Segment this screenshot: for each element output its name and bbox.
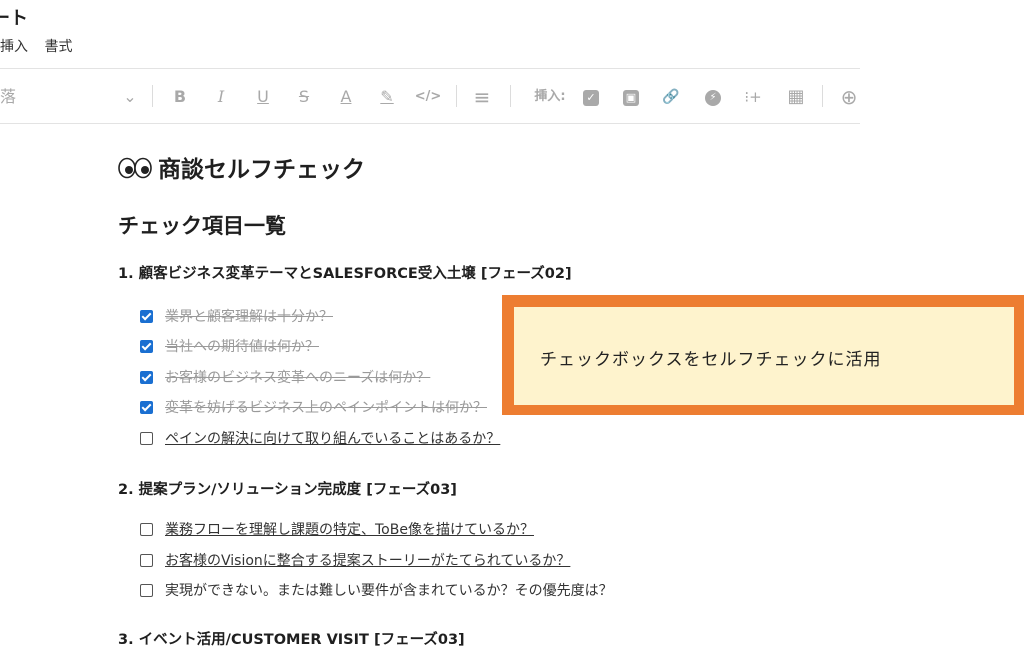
- code-icon[interactable]: </>: [414, 87, 442, 107]
- checkbox[interactable]: [140, 370, 153, 384]
- align-icon[interactable]: ≡: [472, 87, 492, 107]
- checkbox[interactable]: [140, 309, 153, 323]
- divider-insert-icon[interactable]: ⁝+: [740, 87, 766, 107]
- image-icon[interactable]: ▣: [622, 87, 640, 107]
- checklist-item-text[interactable]: 業界と顧客理解は十分か？: [165, 309, 333, 325]
- formatting-toolbar: 落 ⌄ B I U S A ✎ </> ≡ 挿入: ✓ ▣ 🔗 ⚡ ⁝+ ▦ ⊕: [0, 68, 860, 124]
- italic-button[interactable]: I: [212, 87, 230, 107]
- group-heading[interactable]: 1. 顧客ビジネス変革テーマとSALESFORCE受入土壌 [フェーズ02]: [118, 262, 572, 283]
- checklist-item: ペインの解決に向けて取り組んでいることはあるか？: [140, 429, 500, 449]
- bold-button[interactable]: B: [171, 87, 189, 107]
- checkbox[interactable]: [140, 553, 153, 567]
- checklist-item: 業務フローを理解し課題の特定、ToBe像を描けているか？: [140, 520, 534, 540]
- checklist-item-text[interactable]: 当社への期待値は何か？: [165, 339, 319, 355]
- page-title-text: 商談セルフチェック: [158, 157, 365, 183]
- checklist-item-text[interactable]: 業務フローを理解し課題の特定、ToBe像を描けているか？: [165, 522, 534, 538]
- checkbox[interactable]: [140, 339, 153, 353]
- paragraph-style-select[interactable]: 落: [0, 87, 18, 107]
- underline-button[interactable]: U: [254, 87, 272, 107]
- checklist-item-text[interactable]: お客様のビジネス変革へのニーズは何か？: [165, 370, 430, 386]
- toolbar-divider: [510, 85, 511, 107]
- checklist-icon[interactable]: ✓: [582, 87, 600, 107]
- link-icon[interactable]: 🔗: [660, 87, 682, 107]
- toolbar-divider: [456, 85, 457, 107]
- document-title: ート: [0, 8, 28, 29]
- checklist-item: 実現ができない。または難しい要件が含まれているか？その優先度は？: [140, 581, 613, 601]
- bolt-icon[interactable]: ⚡: [704, 87, 722, 107]
- checkbox[interactable]: [140, 583, 153, 597]
- menu-format[interactable]: 書式: [44, 39, 72, 55]
- checklist-item-text[interactable]: お客様のVisionに整合する提案ストーリーがたてられているか？: [165, 553, 570, 569]
- callout-text: チェックボックスをセルフチェックに活用: [540, 350, 882, 370]
- eyes-icon: [118, 157, 152, 185]
- checklist-item: お客様のビジネス変革へのニーズは何か？: [140, 368, 430, 388]
- annotation-callout: チェックボックスをセルフチェックに活用: [502, 295, 1024, 415]
- checklist-item: お客様のVisionに整合する提案ストーリーがたてられているか？: [140, 551, 570, 571]
- section-heading[interactable]: チェック項目一覧: [118, 210, 286, 240]
- editor-header: ート 挿入 書式: [0, 0, 860, 68]
- menu-insert[interactable]: 挿入: [0, 39, 28, 55]
- checklist-item: 当社への期待値は何か？: [140, 337, 319, 357]
- strikethrough-button[interactable]: S: [295, 87, 313, 107]
- checkbox[interactable]: [140, 431, 153, 445]
- table-icon[interactable]: ▦: [786, 87, 806, 107]
- checkbox[interactable]: [140, 400, 153, 414]
- highlight-icon[interactable]: ✎: [377, 87, 397, 107]
- add-more-icon[interactable]: ⊕: [838, 87, 860, 107]
- page-title[interactable]: 商談セルフチェック: [118, 150, 365, 185]
- text-color-button[interactable]: A: [337, 87, 355, 107]
- checklist-item-text[interactable]: 実現ができない。または難しい要件が含まれているか？その優先度は？: [165, 583, 613, 599]
- checklist-item: 業界と顧客理解は十分か？: [140, 307, 333, 327]
- checklist-item-text[interactable]: 変革を妨げるビジネス上のペインポイントは何か？: [165, 400, 487, 416]
- insert-label: 挿入:: [534, 89, 566, 104]
- menu-bar: 挿入 書式: [0, 36, 84, 56]
- toolbar-divider: [152, 85, 153, 107]
- checkbox[interactable]: [140, 522, 153, 536]
- group-heading[interactable]: 2. 提案プラン/ソリューション完成度 [フェーズ03]: [118, 478, 457, 499]
- checklist-item: 変革を妨げるビジネス上のペインポイントは何か？: [140, 398, 487, 418]
- checklist-item-text[interactable]: ペインの解決に向けて取り組んでいることはあるか？: [165, 431, 500, 447]
- group-heading[interactable]: 3. イベント活用/CUSTOMER VISIT [フェーズ03]: [118, 628, 465, 649]
- callout-box: チェックボックスをセルフチェックに活用: [514, 307, 1014, 405]
- chevron-down-icon[interactable]: ⌄: [122, 87, 138, 107]
- toolbar-divider: [822, 85, 823, 107]
